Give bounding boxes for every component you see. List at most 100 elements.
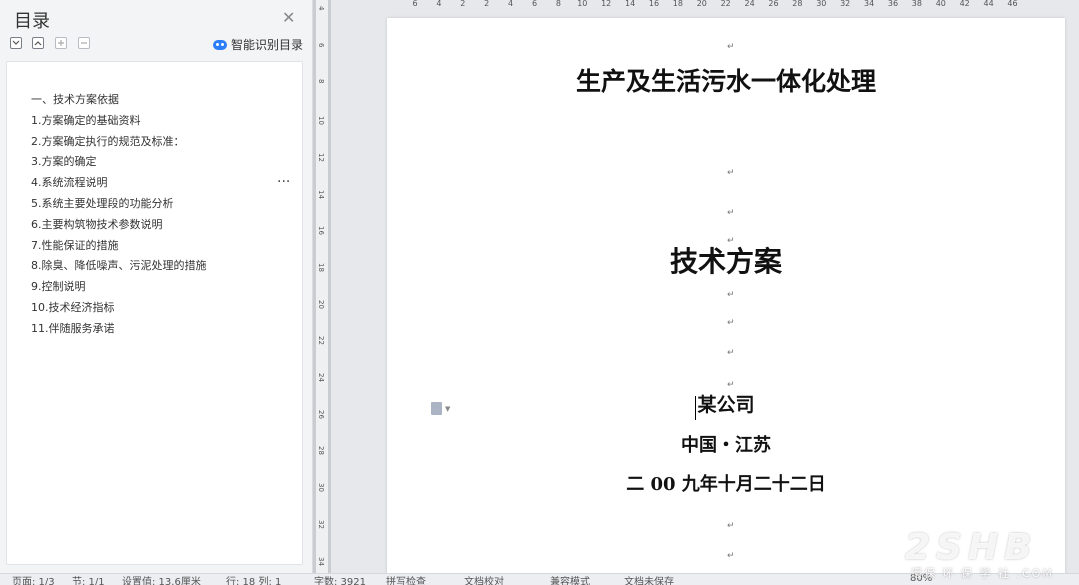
chevron-down-icon: ▼: [445, 404, 451, 413]
ruler-tick-label: 6: [412, 0, 418, 8]
cloud-save-status[interactable]: 文档未保存: [624, 574, 674, 585]
ruler-tick-label: 44: [983, 0, 994, 8]
paragraph-mark: ↵: [727, 318, 735, 328]
paragraph-mark: ↵: [727, 290, 735, 300]
ruler-tick-label: 26: [768, 0, 779, 8]
site-watermark-logo: 2SHB 環保 环 保 学 社 .COM: [905, 527, 1075, 581]
status-word-count[interactable]: 字数: 3921: [314, 574, 366, 585]
ruler-tick-label: 10: [317, 116, 325, 126]
ruler-tick-label: 14: [625, 0, 636, 8]
ruler-tick-label: 32: [317, 519, 325, 529]
smart-toc-label: 智能识别目录: [231, 38, 304, 52]
ruler-tick-label: 24: [317, 373, 325, 382]
ruler-tick-label: 4: [508, 0, 514, 8]
ruler-tick-label: 14: [317, 189, 325, 199]
document-title[interactable]: 生产及生活污水一体化处理: [387, 62, 1065, 98]
status-page[interactable]: 页面: 1/3: [12, 574, 55, 585]
ruler-tick-label: 20: [696, 0, 707, 8]
ruler-tick-label: 22: [317, 336, 325, 346]
toc-item[interactable]: 4.系统流程说明: [31, 173, 207, 194]
toc-list: 一、技术方案依据 1.方案确定的基础资料 2.方案确定执行的规范及标准： 3.方…: [31, 90, 207, 340]
ruler-tick-label: 42: [959, 0, 970, 8]
ruler-tick-label: 24: [744, 0, 755, 8]
ruler-tick-label: 34: [317, 556, 325, 566]
paragraph-mark: ↵: [727, 380, 735, 390]
doc-check-button[interactable]: 文档校对: [464, 574, 504, 585]
document-company[interactable]: 某公司: [387, 390, 1065, 417]
toc-item[interactable]: 6.主要构筑物技术参数说明: [31, 215, 207, 236]
ruler-tick-label: 2: [460, 0, 466, 8]
close-icon[interactable]: ✕: [282, 8, 295, 27]
document-canvas: 生产及生活污水一体化处理 技术方案 某公司 中国・江苏 二 00 九年十月二十二…: [331, 10, 1079, 578]
paragraph-mark: ↵: [727, 551, 735, 561]
watermark-site-text: 環保 环 保 学 社 .COM: [911, 567, 1054, 580]
toc-item-more-icon[interactable]: ···: [277, 174, 290, 190]
ruler-tick-label: 20: [317, 299, 325, 309]
paragraph-mark: ↵: [727, 236, 735, 246]
ruler-tick-label: 8: [555, 0, 561, 8]
toc-item[interactable]: 3.方案的确定: [31, 152, 207, 173]
toc-item[interactable]: 1.方案确定的基础资料: [31, 111, 207, 132]
ruler-tick-label: 34: [864, 0, 875, 8]
toc-item[interactable]: 2.方案确定执行的规范及标准：: [31, 132, 207, 153]
ruler-tick-label: 4: [317, 6, 325, 11]
ruler-tick-label: 36: [887, 0, 899, 8]
ruler-tick-label: 12: [317, 152, 325, 162]
ruler-tick-label: 16: [317, 226, 325, 236]
ruler-tick-label: 6: [531, 0, 538, 8]
ruler-tick-label: 38: [911, 0, 922, 8]
document-date[interactable]: 二 00 九年十月二十二日: [387, 470, 1065, 496]
text-cursor: [695, 396, 696, 420]
watermark-logo-text: 2SHB: [905, 527, 1038, 568]
toc-item[interactable]: 11.伴随服务承诺: [31, 319, 207, 340]
toc-list-container: 一、技术方案依据 1.方案确定的基础资料 2.方案确定执行的规范及标准： 3.方…: [6, 61, 303, 565]
ruler-tick-label: 2: [484, 0, 490, 8]
paragraph-mark: ↵: [727, 42, 735, 52]
ruler-tick-label: 8: [317, 79, 325, 84]
horizontal-ruler[interactable]: 6 4 2 2 4 6 8 10 12 14 16 18 20 22 24 26 28 30 32 34 36 38 40 4…: [331, 0, 1079, 10]
paragraph-mark: ↵: [727, 168, 735, 178]
toc-item[interactable]: 9.控制说明: [31, 277, 207, 298]
status-line-col[interactable]: 行: 18 列: 1: [226, 574, 281, 585]
wps-writer-window: 目录 ✕ 智能识别目录 一、技术方案依据 1.方案确定的基础资料 2.方案确定执…: [0, 0, 1079, 585]
toc-item[interactable]: 一、技术方案依据: [31, 90, 207, 111]
toc-panel-title: 目录: [14, 11, 50, 32]
ruler-tick-label: 46: [1007, 0, 1018, 8]
add-heading-icon[interactable]: [55, 37, 67, 49]
toc-item[interactable]: 5.系统主要处理段的功能分析: [31, 194, 207, 215]
collapse-all-icon[interactable]: [32, 37, 44, 49]
document-page[interactable]: 生产及生活污水一体化处理 技术方案 某公司 中国・江苏 二 00 九年十月二十二…: [387, 18, 1065, 578]
ruler-tick-label: 26: [317, 409, 325, 419]
smart-toc-icon: [213, 39, 227, 50]
expand-all-icon[interactable]: [10, 37, 22, 49]
ruler-tick-label: 10: [577, 0, 588, 8]
compat-mode-label: 兼容模式: [550, 577, 590, 585]
paragraph-layout-tool[interactable]: ▼: [431, 402, 450, 415]
ruler-tick-label: 18: [317, 262, 325, 272]
ruler-tick-label: 4: [436, 0, 442, 8]
remove-heading-icon[interactable]: [78, 37, 90, 49]
smart-toc-button[interactable]: 智能识别目录: [213, 36, 303, 53]
status-position[interactable]: 设置值: 13.6厘米: [122, 574, 201, 585]
ruler-tick-label: 22: [720, 0, 731, 8]
vertical-ruler[interactable]: 4 6 8 10 12 14 16 18 20 22 24 26 28 30 32 34: [313, 0, 331, 573]
ruler-tick-label: 18: [672, 0, 683, 8]
ruler-tick-label: 6: [317, 42, 325, 48]
document-location[interactable]: 中国・江苏: [387, 431, 1065, 457]
toc-panel: 目录 ✕ 智能识别目录 一、技术方案依据 1.方案确定的基础资料 2.方案确定执…: [0, 0, 313, 573]
paragraph-mark: ↵: [727, 348, 735, 358]
ruler-tick-label: 40: [935, 0, 946, 8]
paragraph-mark: ↵: [727, 208, 735, 218]
status-section[interactable]: 节: 1/1: [72, 574, 105, 585]
spell-check-button[interactable]: 拼写检查: [386, 574, 426, 585]
ruler-tick-label: 28: [792, 0, 803, 8]
toc-item[interactable]: 10.技术经济指标: [31, 298, 207, 319]
toc-item[interactable]: 7.性能保证的措施: [31, 236, 207, 257]
ruler-tick-label: 12: [601, 0, 612, 8]
ruler-tick-label: 16: [648, 0, 660, 8]
ruler-tick-label: 30: [317, 483, 325, 493]
ruler-tick-label: 32: [840, 0, 851, 8]
ruler-tick-label: 30: [816, 0, 827, 8]
toc-item[interactable]: 8.除臭、降低噪声、污泥处理的措施: [31, 256, 207, 277]
document-subtitle[interactable]: 技术方案: [387, 240, 1065, 280]
